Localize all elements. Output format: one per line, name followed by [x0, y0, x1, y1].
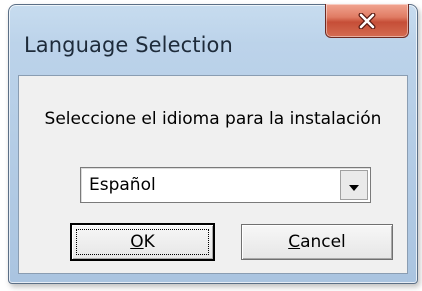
window-title: Language Selection: [24, 33, 233, 57]
selected-language: Español: [89, 175, 156, 195]
close-button[interactable]: [325, 4, 409, 38]
cancel-button-label: Cancel: [288, 232, 346, 252]
ok-button[interactable]: OK: [71, 224, 214, 260]
title-bar[interactable]: Language Selection: [9, 4, 417, 75]
language-selection-dialog: Language Selection Seleccione el idioma …: [8, 4, 418, 284]
close-icon: [358, 12, 376, 29]
focus-rectangle: [76, 229, 209, 255]
cancel-label-rest: ancel: [300, 232, 346, 252]
cancel-mnemonic: C: [288, 232, 301, 252]
cancel-button[interactable]: Cancel: [241, 224, 393, 260]
dropdown-button[interactable]: [340, 170, 368, 200]
language-select[interactable]: Español: [80, 167, 371, 203]
prompt-label: Seleccione el idioma para la instalación: [44, 109, 382, 129]
dialog-body: Seleccione el idioma para la instalación…: [18, 75, 408, 274]
chevron-down-icon: [349, 176, 359, 195]
